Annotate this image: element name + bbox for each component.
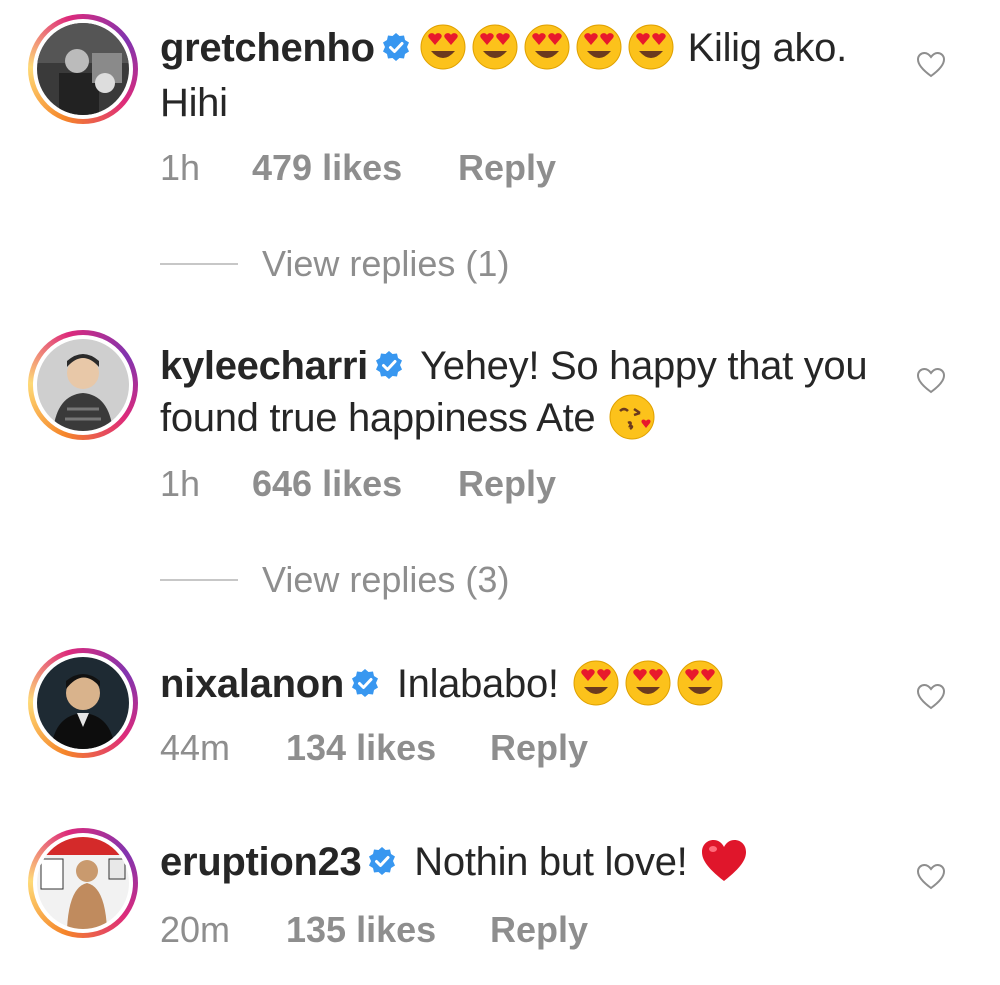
like-heart-icon[interactable]	[916, 862, 946, 892]
comment-time: 1h	[160, 463, 201, 504]
heart-eyes-emoji	[575, 23, 623, 71]
heart-eyes-emoji	[419, 23, 467, 71]
heart-eyes-emoji	[471, 23, 519, 71]
like-heart-icon[interactable]	[916, 682, 946, 712]
avatar[interactable]	[28, 648, 138, 758]
username[interactable]: kyleecharri	[160, 344, 368, 388]
username[interactable]: eruption23	[160, 840, 362, 884]
verified-badge-icon	[381, 32, 411, 62]
reply-button[interactable]: Reply	[458, 464, 556, 504]
likes-count[interactable]: 646 likes	[252, 464, 458, 504]
view-replies-label[interactable]: View replies (1)	[262, 244, 509, 284]
comment-body: eruption23 Nothin but love!	[160, 836, 880, 891]
replies-divider	[160, 579, 238, 581]
username[interactable]: gretchenho	[160, 26, 375, 70]
likes-count[interactable]: 135 likes	[286, 910, 490, 950]
comment-body: kyleecharri Yehey! So happy that you fou…	[160, 340, 880, 447]
avatar[interactable]	[28, 14, 138, 124]
comment-time: 1h	[160, 147, 201, 188]
comment-body: gretchenho Kilig ako. Hihi	[160, 22, 880, 129]
comment-text: Inlababo!	[386, 662, 570, 706]
comment-meta: 44m 134 likes Reply	[160, 728, 588, 768]
heart-eyes-emoji	[523, 23, 571, 71]
heart-eyes-emoji	[627, 23, 675, 71]
red-heart-emoji	[700, 837, 748, 885]
heart-eyes-emoji	[676, 659, 724, 707]
like-heart-icon[interactable]	[916, 50, 946, 80]
avatar[interactable]	[28, 330, 138, 440]
comment-meta: 1h 646 likes Reply	[160, 464, 556, 504]
reply-button[interactable]: Reply	[458, 148, 556, 188]
view-replies-label[interactable]: View replies (3)	[262, 560, 509, 600]
verified-badge-icon	[374, 350, 404, 380]
likes-count[interactable]: 479 likes	[252, 148, 458, 188]
reply-button[interactable]: Reply	[490, 728, 588, 768]
like-heart-icon[interactable]	[916, 366, 946, 396]
avatar[interactable]	[28, 828, 138, 938]
likes-count[interactable]: 134 likes	[286, 728, 490, 768]
username[interactable]: nixalanon	[160, 662, 344, 706]
reply-button[interactable]: Reply	[490, 910, 588, 950]
comment-time: 44m	[160, 727, 231, 768]
verified-badge-icon	[367, 846, 397, 876]
comment-time: 20m	[160, 909, 231, 950]
view-replies-button[interactable]: View replies (1)	[160, 244, 509, 284]
comment-meta: 1h 479 likes Reply	[160, 148, 556, 188]
view-replies-button[interactable]: View replies (3)	[160, 560, 509, 600]
comment-meta: 20m 135 likes Reply	[160, 910, 588, 950]
comment-body: nixalanon Inlababo!	[160, 658, 880, 713]
replies-divider	[160, 263, 238, 265]
heart-eyes-emoji	[624, 659, 672, 707]
verified-badge-icon	[350, 668, 380, 698]
kissing-heart-emoji	[608, 393, 656, 441]
heart-eyes-emoji	[572, 659, 620, 707]
comment-text: Nothin but love!	[403, 840, 699, 884]
